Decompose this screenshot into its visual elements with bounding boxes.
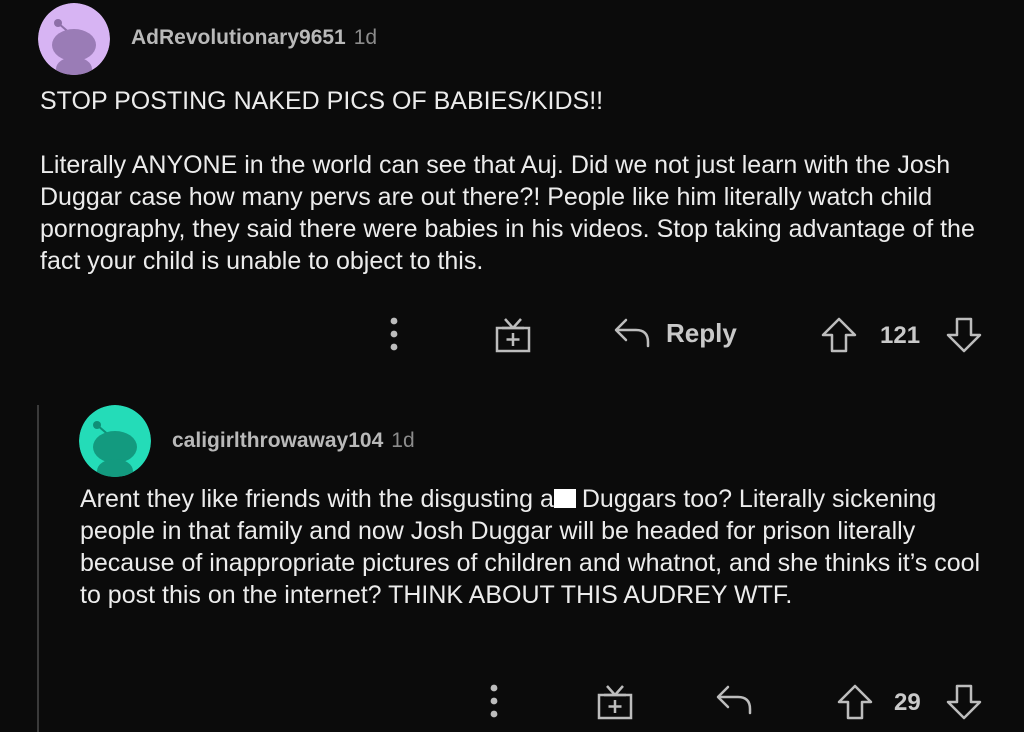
reply-button[interactable] bbox=[714, 683, 754, 717]
upvote-arrow-icon bbox=[821, 317, 857, 353]
username[interactable]: caligirlthrowaway104 bbox=[172, 429, 383, 452]
reply-arrow-icon bbox=[716, 685, 752, 715]
comment-paragraph: Arent they like friends with the disgust… bbox=[80, 483, 1000, 611]
downvote-button[interactable] bbox=[945, 316, 983, 354]
award-gift-icon bbox=[597, 685, 633, 720]
reply-arrow-icon bbox=[614, 318, 650, 348]
upvote-button[interactable] bbox=[820, 316, 858, 354]
avatar[interactable] bbox=[79, 405, 151, 477]
reply-button[interactable]: Reply bbox=[612, 316, 737, 350]
avatar[interactable] bbox=[38, 3, 110, 75]
downvote-arrow-icon bbox=[946, 684, 982, 720]
more-options-icon bbox=[490, 684, 498, 718]
award-button[interactable] bbox=[596, 681, 634, 721]
vote-count: 121 bbox=[880, 322, 921, 349]
award-button[interactable] bbox=[494, 314, 532, 354]
comment-meta: caligirlthrowaway104 1d bbox=[172, 429, 415, 453]
comment-text: Arent they like friends with the disgust… bbox=[80, 485, 554, 513]
more-options-icon bbox=[390, 317, 398, 351]
comment-paragraph: STOP POSTING NAKED PICS OF BABIES/KIDS!! bbox=[40, 87, 604, 115]
redaction-box bbox=[553, 489, 576, 508]
award-gift-icon bbox=[495, 318, 531, 353]
more-options-button[interactable] bbox=[486, 683, 502, 719]
username[interactable]: AdRevolutionary9651 bbox=[131, 26, 346, 49]
more-options-button[interactable] bbox=[386, 316, 402, 352]
comment-body: Arent they like friends with the disgust… bbox=[80, 483, 1000, 611]
comment-age: 1d bbox=[391, 429, 415, 452]
comment-age: 1d bbox=[353, 26, 378, 49]
upvote-button[interactable] bbox=[836, 683, 874, 721]
comment-meta: AdRevolutionary9651 1d bbox=[131, 26, 377, 50]
downvote-arrow-icon bbox=[946, 317, 982, 353]
thread-line[interactable] bbox=[37, 405, 39, 732]
vote-count: 29 bbox=[894, 689, 921, 716]
comment-body: STOP POSTING NAKED PICS OF BABIES/KIDS!!… bbox=[40, 85, 1010, 277]
upvote-arrow-icon bbox=[837, 684, 873, 720]
downvote-button[interactable] bbox=[945, 683, 983, 721]
reply-label: Reply bbox=[666, 317, 737, 348]
comment-paragraph: Literally ANYONE in the world can see th… bbox=[40, 151, 975, 275]
